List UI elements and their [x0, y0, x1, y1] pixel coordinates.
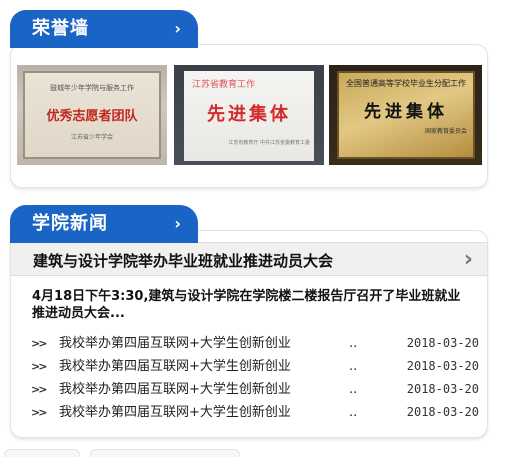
news-item-title[interactable]: 我校举办第四届互联网+大学生创新创业: [59, 401, 359, 424]
plaque-volunteer-team: 鼓城年少年学院与服务工作 优秀志愿者团队 江苏省少年学会: [23, 71, 161, 159]
news-item-ellipsis: ..: [349, 336, 358, 351]
headline-bar[interactable]: 建筑与设计学院举办毕业班就业推进动员大会 ›: [11, 242, 487, 276]
double-chevron-icon: >>: [31, 383, 48, 396]
honor-photo-row: 鼓城年少年学院与服务工作 优秀志愿者团队 江苏省少年学会 江苏省教育工作 先进集…: [17, 65, 483, 165]
honor-photo-graduate-collective[interactable]: 全国普通高等学校毕业生分配工作 先进集体 国家教育委员会: [329, 65, 482, 165]
tab-honor-wall-label: 荣誉墙: [32, 18, 89, 39]
plaque-education-collective: 江苏省教育工作 先进集体 江苏省教育厅 中共江苏省委教育工委: [184, 71, 314, 161]
plaque-main-text: 先进集体: [364, 102, 448, 122]
tab-college-news-label: 学院新闻: [32, 213, 108, 234]
list-item[interactable]: >> 我校举办第四届互联网+大学生创新创业 .. 2018-03-20: [29, 401, 479, 424]
news-item-ellipsis: ..: [349, 382, 358, 397]
plaque-graduate-collective: 全国普通高等学校毕业生分配工作 先进集体 国家教育委员会: [337, 71, 475, 159]
chevron-right-icon[interactable]: ›: [174, 205, 182, 243]
news-item-title[interactable]: 我校举办第四届互联网+大学生创新创业: [59, 378, 359, 401]
honor-photo-volunteer-team[interactable]: 鼓城年少年学院与服务工作 优秀志愿者团队 江苏省少年学会: [17, 65, 167, 165]
next-section-stub: [4, 449, 80, 457]
plaque-org-text: 江苏省教育工作: [192, 80, 256, 90]
honor-photo-education-collective[interactable]: 江苏省教育工作 先进集体 江苏省教育厅 中共江苏省委教育工委: [174, 65, 324, 165]
news-item-ellipsis: ..: [349, 405, 358, 420]
plaque-main-text: 先进集体: [207, 104, 291, 125]
list-item[interactable]: >> 我校举办第四届互联网+大学生创新创业 .. 2018-03-20: [29, 332, 479, 355]
chevron-right-icon[interactable]: ›: [464, 247, 473, 272]
plaque-org-text: 全国普通高等学校毕业生分配工作: [346, 79, 466, 88]
news-item-date: 2018-03-20: [406, 336, 479, 350]
plaque-sign-text: 江苏省教育厅 中共江苏省委教育工委: [228, 140, 310, 146]
headline-summary[interactable]: 4月18日下午3:30,建筑与设计学院在学院楼二楼报告厅召开了毕业班就业推进动员…: [32, 288, 472, 322]
tab-honor-wall[interactable]: 荣誉墙 ›: [10, 10, 198, 48]
news-list: >> 我校举办第四届互联网+大学生创新创业 .. 2018-03-20 >> 我…: [29, 332, 479, 424]
next-section-stub: [90, 449, 240, 457]
news-panel: 建筑与设计学院举办毕业班就业推进动员大会 › 4月18日下午3:30,建筑与设计…: [10, 230, 488, 438]
news-item-ellipsis: ..: [349, 359, 358, 374]
chevron-right-icon[interactable]: ›: [174, 10, 182, 48]
news-item-title[interactable]: 我校举办第四届互联网+大学生创新创业: [59, 355, 359, 378]
news-item-date: 2018-03-20: [406, 405, 479, 419]
plaque-sign-text: 国家教育委员会: [424, 128, 467, 135]
plaque-org-text: 鼓城年少年学院与服务工作: [50, 84, 134, 92]
list-item[interactable]: >> 我校举办第四届互联网+大学生创新创业 .. 2018-03-20: [29, 378, 479, 401]
double-chevron-icon: >>: [31, 337, 48, 350]
honor-panel: 鼓城年少年学院与服务工作 优秀志愿者团队 江苏省少年学会 江苏省教育工作 先进集…: [10, 44, 488, 188]
double-chevron-icon: >>: [31, 360, 48, 373]
list-item[interactable]: >> 我校举办第四届互联网+大学生创新创业 .. 2018-03-20: [29, 355, 479, 378]
news-item-date: 2018-03-20: [406, 382, 479, 396]
news-item-title[interactable]: 我校举办第四届互联网+大学生创新创业: [59, 332, 359, 355]
news-item-date: 2018-03-20: [406, 359, 479, 373]
tab-college-news[interactable]: 学院新闻 ›: [10, 205, 198, 243]
plaque-sign-text: 江苏省少年学会: [70, 134, 113, 141]
headline-title[interactable]: 建筑与设计学院举办毕业班就业推进动员大会: [33, 250, 333, 271]
double-chevron-icon: >>: [31, 406, 48, 419]
plaque-main-text: 优秀志愿者团队: [46, 109, 138, 124]
